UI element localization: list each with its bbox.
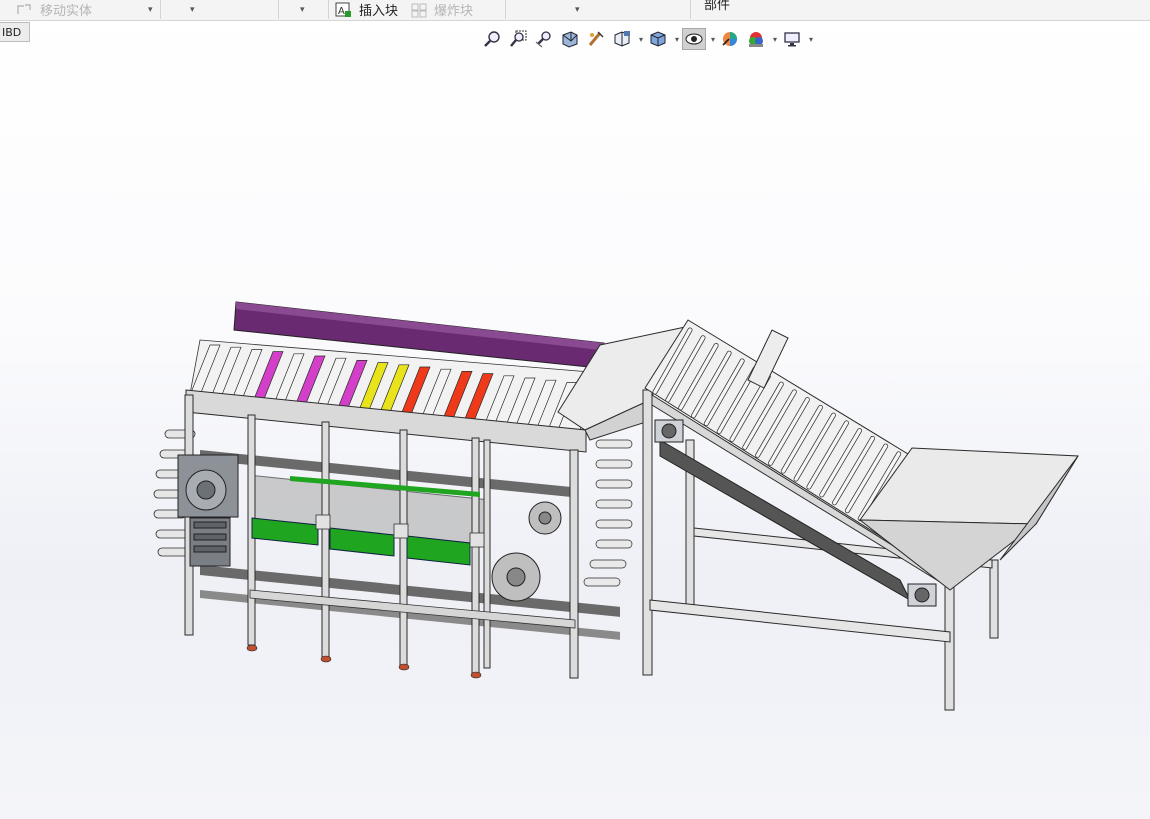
left-conveyor-assembly: [153, 301, 633, 679]
model-viewport[interactable]: [0, 0, 1150, 819]
inclined-conveyor: [642, 319, 1079, 711]
